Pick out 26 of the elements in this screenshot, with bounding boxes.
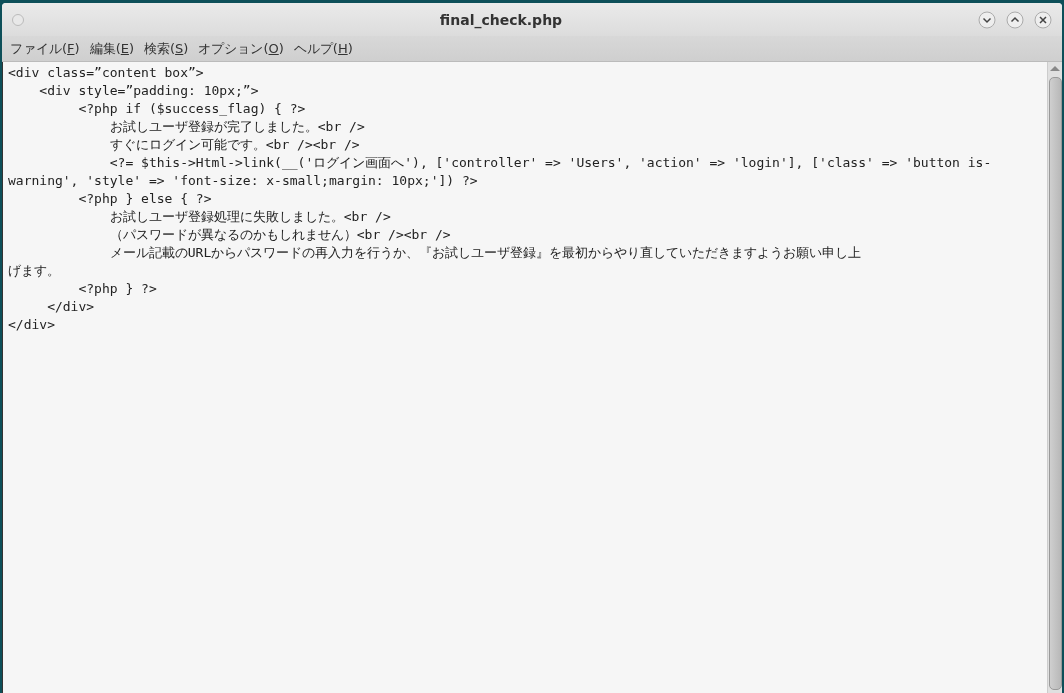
window-menu-icon[interactable] <box>12 13 24 26</box>
menu-item[interactable]: オプション(O) <box>198 39 284 58</box>
code-line: <div style=”padding: 10px;”> <box>38 82 259 100</box>
code-line: <?php } else { ?> <box>77 190 212 208</box>
window-title: final_check.php <box>438 11 564 28</box>
code-line: （パスワードが異なるのかもしれません）<br /><br /> <box>108 226 451 244</box>
code-line: お試しユーザ登録が完了しました。<br /> <box>108 118 365 136</box>
scroll-up-icon[interactable] <box>1050 66 1060 71</box>
close-button[interactable] <box>1034 10 1052 29</box>
code-line: </div> <box>46 298 95 316</box>
code-line: すぐにログイン可能です。<br /><br /> <box>108 136 360 154</box>
menu-item[interactable]: ファイル(F) <box>10 39 80 58</box>
code-line: <?php } ?> <box>77 280 157 298</box>
code-line: げます。 <box>8 262 60 280</box>
maximize-button[interactable] <box>1006 10 1024 29</box>
menu-item[interactable]: 編集(E) <box>89 39 134 58</box>
code-line: warning', 'style' => 'font-size: x-small;margin: 10px;']) ?> <box>8 172 478 190</box>
code-line: お試しユーザ登録処理に失敗しました。<br /> <box>108 208 391 226</box>
code-line: </div> <box>8 316 55 334</box>
code-line: メール記載のURLからパスワードの再入力を行うか、『お試しユーザ登録』を最初からやり直していただきますようお願い申し上 <box>108 244 862 262</box>
code-line: <div class=”content box”> <box>8 64 204 82</box>
minimize-button[interactable] <box>978 10 996 29</box>
code-line: <?php if ($success_flag) { ?> <box>77 100 306 118</box>
menu-item[interactable]: ヘルプ(H) <box>293 39 353 58</box>
code-line: <?= $this->Html->link(__('ログイン画面へ'), ['controller' => 'Users', 'action' => 'login'], ['class' => 'button is- <box>108 154 992 172</box>
menu-item[interactable]: 検索(S) <box>144 39 189 58</box>
